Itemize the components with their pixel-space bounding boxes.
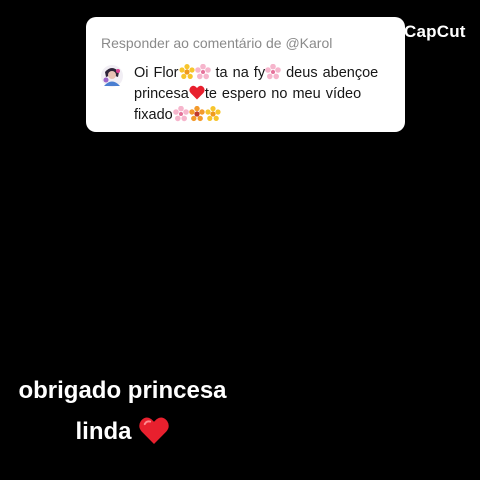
reply-header: Responder ao comentário de @Karol — [101, 35, 333, 51]
blossom-yellow-emoji-icon — [178, 64, 195, 79]
cherry-blossom-emoji-icon — [194, 64, 211, 80]
reply-comment-card: Responder ao comentário de @Karol Oi Flo… — [86, 17, 405, 132]
caption-line-2-wrap: linda — [0, 411, 245, 452]
caption-line-1: obrigado princesa — [18, 377, 227, 404]
comment-seg-1: Oi Flor — [134, 65, 179, 81]
red-heart-emoji-icon — [189, 85, 205, 100]
blossom-yellow-emoji-icon — [205, 106, 221, 121]
comment-text: Oi Flor ta na fy deus abençoe princesa t… — [134, 63, 391, 126]
caption-line-2: linda — [75, 418, 132, 445]
user-avatar-icon — [101, 65, 123, 87]
comment-row: Oi Flor ta na fy deus abençoe princesa t… — [101, 63, 391, 126]
cherry-blossom-emoji-icon — [172, 106, 189, 122]
red-heart-icon — [138, 417, 169, 445]
comment-seg-2: ta na fy — [210, 65, 266, 81]
video-frame: Responder ao comentário de @Karol Oi Flo… — [0, 0, 480, 480]
orange-flower-emoji-icon — [189, 106, 205, 122]
capcut-watermark: CapCut — [404, 22, 466, 41]
cherry-blossom-emoji-icon — [265, 64, 281, 80]
video-caption: obrigado princesa linda — [0, 370, 245, 452]
